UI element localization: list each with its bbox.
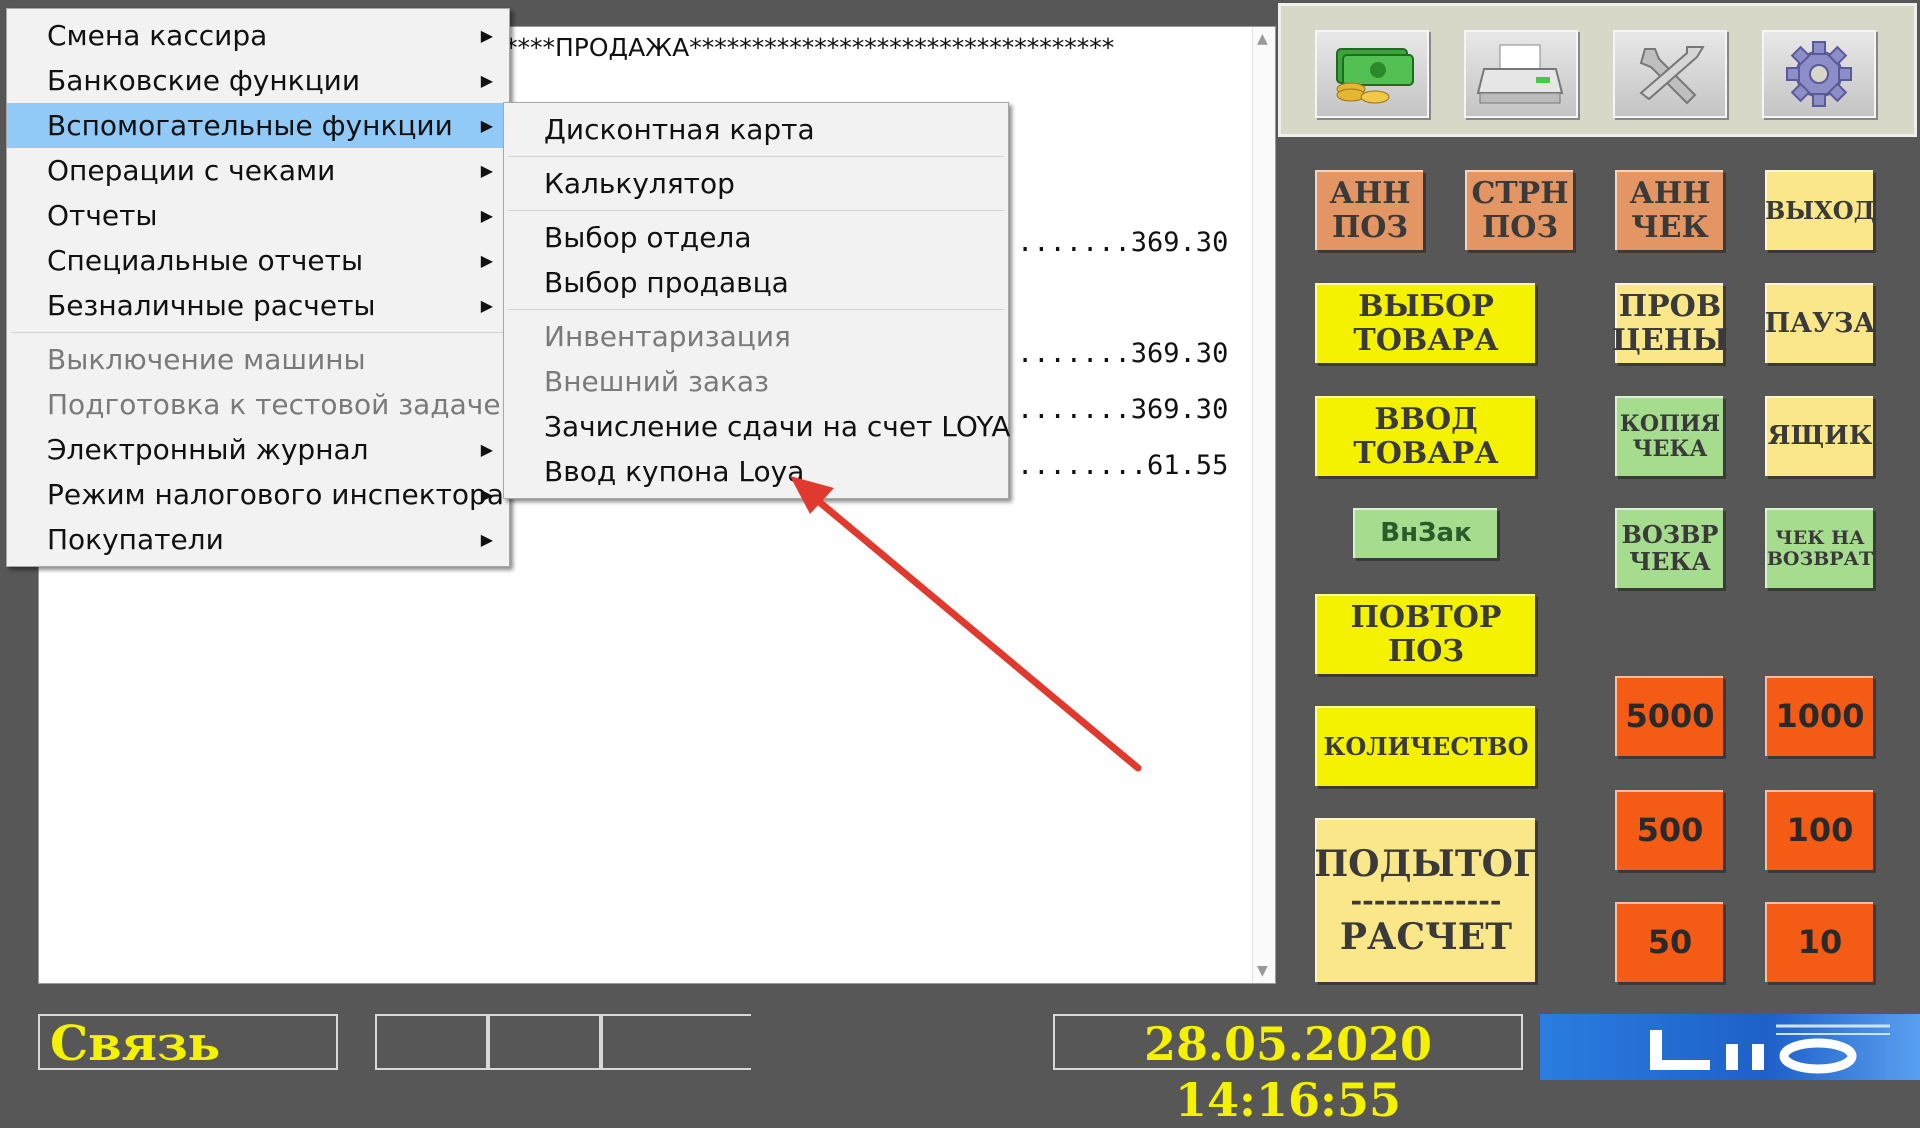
annotation-arrow-icon [790, 476, 1142, 772]
